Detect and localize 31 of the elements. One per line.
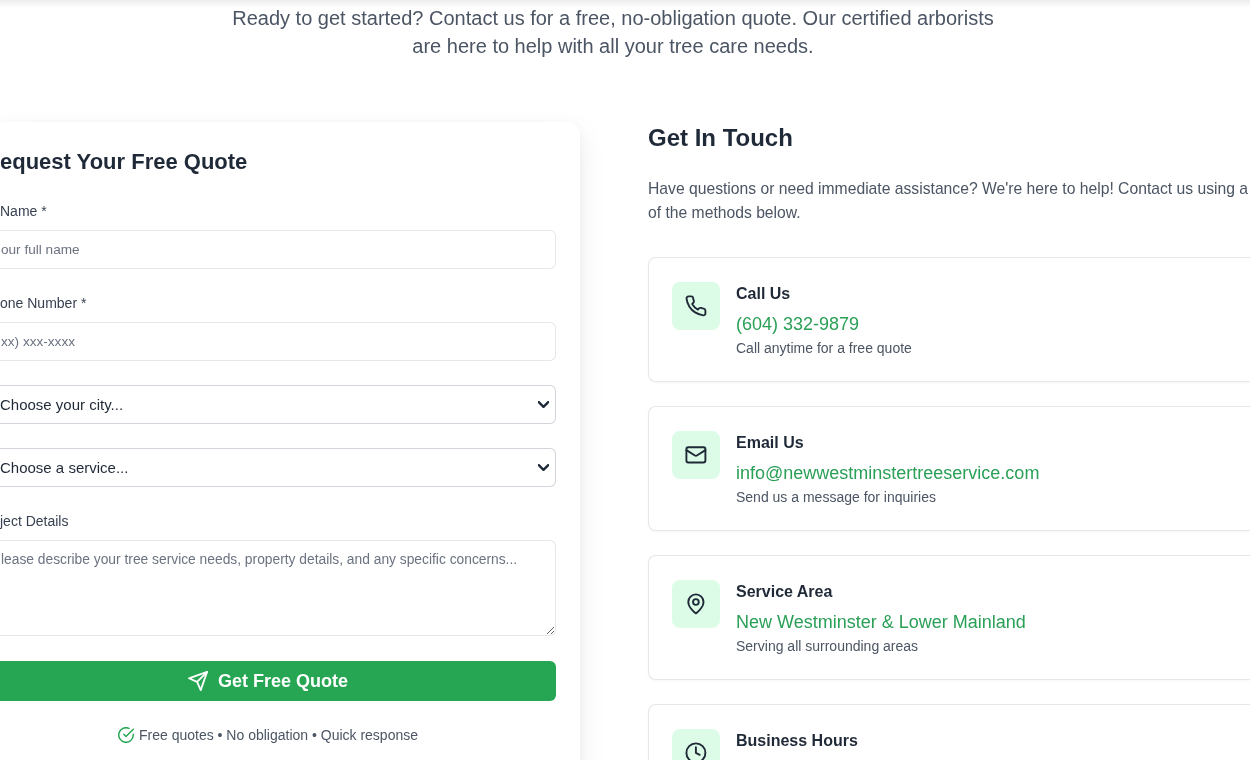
contact-title: Call Us: [736, 284, 792, 304]
contact-note: Call anytime for a free quote: [736, 339, 912, 358]
contact-note: Serving all surrounding areas: [736, 637, 920, 656]
envelope-icon: [672, 431, 720, 479]
dropdown-select[interactable]: Choose a service...: [0, 448, 556, 487]
form-title: equest Your Free Quote: [0, 148, 249, 176]
field-label: Name *: [0, 202, 48, 221]
intro-paragraph: Ready to get started? Contact us for a free, no-obligation quote. Our certified arborists are here to help with all your tree care needs.: [231, 6, 995, 59]
dropdown-select[interactable]: Choose your city...: [0, 385, 556, 424]
email-link[interactable]: info@newwestminstertreeservice.com: [736, 459, 1040, 487]
contact-title: Email Us: [736, 433, 805, 453]
phone-icon: [672, 282, 720, 330]
check-circle-icon: [117, 727, 134, 743]
map-pin-icon: [672, 580, 720, 628]
send-icon: [188, 671, 208, 691]
contact-description: Have questions or need immediate assistance? We're here to help! Contact us using a of the methods below.: [648, 179, 1250, 223]
contact-note: Send us a message for inquiries: [736, 488, 937, 507]
contact-title: Service Area: [736, 582, 834, 602]
phone-link[interactable]: (604) 332-9879: [736, 310, 912, 338]
field-label: ject Details: [0, 512, 70, 531]
form-note: Free quotes • No obligation • Quick response: [138, 726, 419, 745]
section-title: Get In Touch: [648, 123, 794, 153]
chevron-down-icon: [538, 401, 549, 408]
get-quote-button[interactable]: Get Free Quote: [0, 661, 556, 701]
text-input[interactable]: xx) xxx-xxxx: [0, 322, 556, 361]
details-textarea[interactable]: lease describe your tree service needs, property details, and any specific concerns...: [0, 540, 556, 636]
field-label: one Number *: [0, 294, 88, 313]
service-area-text: New Westminster & Lower Mainland: [736, 611, 1026, 634]
text-input[interactable]: our full name: [0, 230, 556, 269]
contact-title: Business Hours: [736, 731, 858, 751]
chevron-down-icon: [538, 464, 549, 471]
